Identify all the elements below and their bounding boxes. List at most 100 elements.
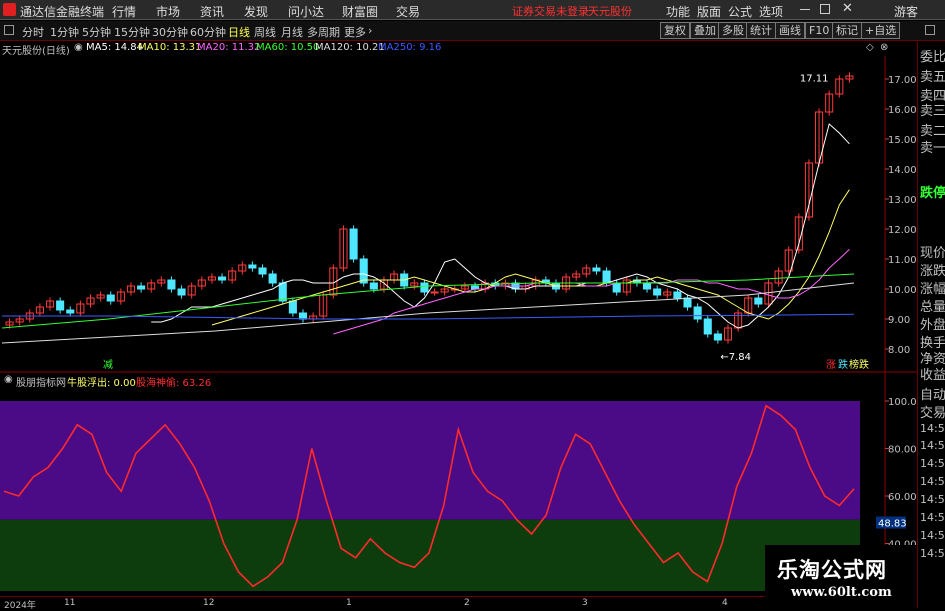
price-tick-label: 15.00 — [888, 135, 917, 146]
more-chevron-icon[interactable]: › — [368, 24, 372, 37]
tab-daily[interactable]: 日线 — [228, 24, 250, 40]
candle-body — [177, 288, 186, 296]
tab-60min[interactable]: 60分钟 — [190, 24, 226, 40]
indicator-tick-label: 80.00 — [888, 445, 917, 456]
tab-weekly[interactable]: 周线 — [254, 24, 276, 40]
rank-tag[interactable]: 榜跌 — [849, 358, 869, 371]
candle-body — [612, 282, 621, 293]
side-panel-item: 涨幅 — [920, 282, 945, 297]
close-icon[interactable]: ✕ — [842, 1, 853, 16]
ma250-value: MA250: 9.16 — [378, 42, 442, 53]
menu-item-wenxiaoda[interactable]: 问小达 — [288, 3, 324, 20]
tab-15min[interactable]: 15分钟 — [114, 24, 150, 40]
menu-item-hangqing[interactable]: 行情 — [112, 3, 136, 20]
menu-item-jiaoyi[interactable]: 交易 — [396, 3, 420, 20]
draw-line-button[interactable]: 画线 — [775, 22, 805, 39]
guest-label[interactable]: 游客 — [894, 3, 918, 20]
menu-item-gongneng[interactable]: 功能 — [666, 3, 690, 20]
menu-item-banmian[interactable]: 版面 — [697, 3, 721, 20]
tab-30min[interactable]: 30分钟 — [152, 24, 188, 40]
menu-item-gongshi[interactable]: 公式 — [728, 3, 752, 20]
signal-flag: 减 — [103, 359, 113, 371]
f10-button[interactable]: F10 — [805, 22, 834, 39]
fall-tag[interactable]: 跌 — [838, 358, 848, 371]
login-notice[interactable]: 证券交易未登录 — [512, 3, 589, 19]
side-panel-item: 委比 — [920, 50, 945, 65]
stats-button[interactable]: 统计 — [746, 22, 776, 39]
rise-tag[interactable]: 涨 — [826, 359, 836, 371]
tab-5min[interactable]: 5分钟 — [82, 24, 111, 40]
side-panel-item: 涨跌 — [920, 264, 945, 279]
side-panel-item: 14:56 — [920, 493, 945, 506]
candle-body — [167, 279, 176, 290]
close-chart-icon[interactable]: ⊗ — [880, 42, 888, 53]
candle-body — [268, 273, 277, 284]
candle-body — [248, 264, 257, 269]
app-title: 通达信金融终端 — [20, 5, 105, 19]
ma60-value: MA60: 10.50 — [256, 42, 320, 53]
overlay-button[interactable]: 叠加 — [690, 22, 720, 39]
menu-item-faxian[interactable]: 发现 — [244, 3, 268, 20]
candle-body — [298, 312, 308, 320]
candle-body — [653, 288, 662, 296]
toggle-panel-icon[interactable] — [4, 25, 14, 35]
overbought-zone — [0, 401, 860, 520]
tab-monthly[interactable]: 月线 — [281, 24, 303, 40]
tab-fenshi[interactable]: 分时 — [22, 24, 44, 40]
app-logo-icon — [3, 3, 16, 16]
multi-stock-button[interactable]: 多股 — [718, 22, 748, 39]
indicator-title[interactable]: 股朋指标网 — [16, 374, 66, 389]
candle-body — [66, 309, 75, 314]
fuquan-button[interactable]: 复权 — [660, 22, 690, 39]
candle-body — [703, 318, 712, 335]
candle-body — [693, 306, 702, 320]
price-tick-label: 8.00 — [888, 345, 910, 356]
candle-body — [218, 276, 227, 281]
indicator-line2: 股海神偷: 63.26 — [136, 378, 212, 389]
tab-1min[interactable]: 1分钟 — [50, 24, 79, 40]
low-price-label: ←7.84 — [720, 352, 751, 363]
menu-bar: 通达信金融终端 行情 市场 资讯 发现 问小达 财富圈 交易 证券交易未登录 天… — [0, 0, 945, 20]
side-panel-item: 卖三 — [920, 104, 945, 119]
date-label: 1 — [346, 598, 352, 608]
menu-item-caifuquan[interactable]: 财富圈 — [342, 3, 378, 20]
price-tick-label: 14.00 — [888, 165, 917, 176]
maximize-icon[interactable] — [820, 4, 830, 14]
side-panel-item: 自动 — [920, 388, 945, 403]
side-panel-item: 现价 — [920, 246, 945, 261]
candle-body — [602, 270, 611, 284]
price-tick-label: 17.00 — [888, 75, 917, 86]
oversold-zone — [0, 519, 860, 591]
side-panel-item: 跌停 — [920, 186, 945, 201]
candle-body — [713, 333, 722, 341]
menu-item-xuanxiang[interactable]: 选项 — [759, 3, 783, 20]
tab-more[interactable]: 更多 — [344, 24, 366, 40]
panel-toggle-icon[interactable] — [925, 25, 935, 35]
side-panel-item: 14:56 — [920, 529, 945, 542]
add-watchlist-button[interactable]: +自选 — [861, 22, 901, 39]
price-tick-label: 10.00 — [888, 285, 917, 296]
menu-item-shichang[interactable]: 市场 — [156, 3, 180, 20]
mark-button[interactable]: 标记 — [832, 22, 862, 39]
price-tick-label: 9.00 — [888, 315, 910, 326]
indicator-tick-label: 100.00 — [888, 397, 917, 408]
side-panel-item: 14:56 — [920, 422, 945, 435]
date-label: 3 — [582, 598, 588, 608]
minimize-icon[interactable] — [800, 9, 810, 10]
candle-body — [369, 282, 378, 290]
price-tick-label: 13.00 — [888, 195, 917, 206]
watermark-url: www.60lt.com — [791, 585, 892, 600]
settings-diamond-icon[interactable]: ◇ — [866, 42, 874, 53]
side-panel-item: 14:56 — [920, 457, 945, 470]
tab-multi-period[interactable]: 多周期 — [307, 24, 340, 40]
side-panel-item: 14:56 — [920, 439, 945, 452]
indicator-eye-icon[interactable]: ◉ — [4, 374, 13, 385]
indicator-tick-label: 60.00 — [888, 492, 917, 503]
chart-area[interactable]: 17.00 16.00 15.00 14.00 13.00 12.00 11.00 10.00… — [0, 56, 917, 596]
menu-item-zixun[interactable]: 资讯 — [200, 3, 224, 20]
date-label: 11 — [64, 598, 76, 608]
side-panel-item: 收益 — [920, 368, 945, 383]
eye-icon[interactable]: ◉ — [74, 42, 83, 53]
candle-body — [754, 297, 763, 305]
candle-body — [643, 282, 652, 290]
